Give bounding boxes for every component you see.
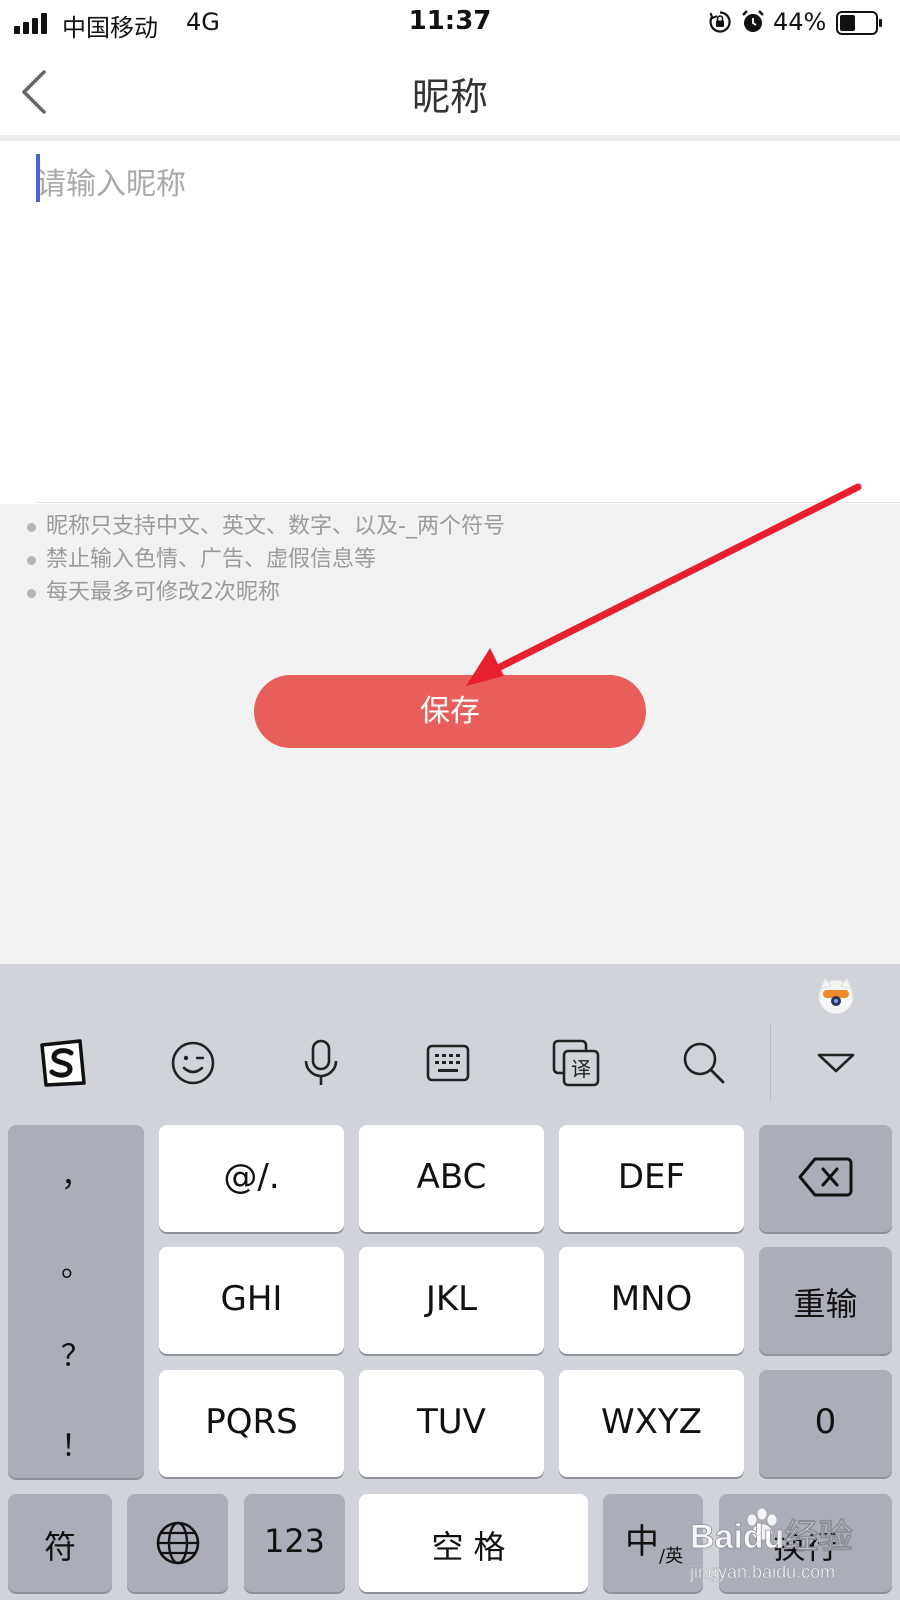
nickname-rules: 昵称只支持中文、英文、数字、以及-_两个符号 禁止输入色情、广告、虚假信息等 每… xyxy=(24,512,505,611)
key-label: 符 xyxy=(43,1528,76,1566)
globe-key[interactable] xyxy=(127,1494,228,1592)
punct-question[interactable]: ？ xyxy=(8,1331,144,1375)
bullet-icon xyxy=(27,556,36,565)
key-label: @/. xyxy=(223,1157,280,1197)
key-label: TUV xyxy=(417,1402,486,1442)
backspace-icon xyxy=(798,1157,853,1197)
search-icon[interactable] xyxy=(678,1037,730,1089)
punct-comma[interactable]: ， xyxy=(8,1151,144,1195)
punctuation-column[interactable]: ， 。 ？ ！ xyxy=(8,1125,144,1478)
translate-icon[interactable]: 译 xyxy=(550,1037,602,1089)
key-abc[interactable]: ABC xyxy=(359,1125,544,1232)
status-bar: 中国移动 4G 11:37 44% xyxy=(0,0,900,46)
key-symbols-at[interactable]: @/. xyxy=(159,1125,344,1232)
rule-text: 昵称只支持中文、英文、数字、以及-_两个符号 xyxy=(46,514,505,539)
nickname-input[interactable] xyxy=(36,157,856,211)
rule-text: 禁止输入色情、广告、虚假信息等 xyxy=(46,547,377,572)
backspace-key[interactable] xyxy=(759,1125,892,1232)
key-mno[interactable]: MNO xyxy=(559,1247,744,1354)
symbols-key[interactable]: 符 xyxy=(8,1494,112,1592)
key-label: 123 xyxy=(263,1522,326,1560)
key-label: 0 xyxy=(814,1402,837,1442)
key-label: ABC xyxy=(416,1157,487,1197)
space-key[interactable]: 空格 xyxy=(359,1494,588,1592)
nav-bar: 昵称 xyxy=(0,46,900,135)
key-wxyz[interactable]: WXYZ xyxy=(559,1370,744,1477)
rule-item: 禁止输入色情、广告、虚假信息等 xyxy=(24,545,505,578)
rule-item: 昵称只支持中文、英文、数字、以及-_两个符号 xyxy=(24,512,505,545)
bullet-icon xyxy=(27,589,36,598)
svg-text:译: 译 xyxy=(571,1057,591,1081)
save-button[interactable]: 保存 xyxy=(254,675,646,748)
key-ghi[interactable]: GHI xyxy=(159,1247,344,1354)
sogou-logo-icon[interactable] xyxy=(36,1037,88,1089)
enter-key[interactable]: 换行 xyxy=(719,1494,892,1592)
bullet-icon xyxy=(27,523,36,532)
key-label: MNO xyxy=(610,1279,693,1319)
emoji-icon[interactable] xyxy=(167,1037,219,1089)
reset-key[interactable]: 重输 xyxy=(759,1247,892,1354)
rule-item: 每天最多可修改2次昵称 xyxy=(24,578,505,611)
punct-exclamation[interactable]: ！ xyxy=(8,1421,144,1465)
toolbar-separator xyxy=(770,1024,771,1102)
key-label: PQRS xyxy=(205,1402,298,1442)
rotation-lock-icon xyxy=(709,11,731,33)
key-label-sub: /英 xyxy=(659,1546,684,1567)
key-label: 重输 xyxy=(793,1285,858,1323)
key-label: WXYZ xyxy=(601,1402,702,1442)
battery-percent: 44% xyxy=(773,8,827,36)
text-caret xyxy=(36,154,40,202)
key-label-main: 中 xyxy=(625,1522,659,1562)
nickname-input-area[interactable] xyxy=(0,141,900,504)
globe-icon xyxy=(156,1521,200,1565)
key-label: DEF xyxy=(617,1157,686,1197)
zero-key[interactable]: 0 xyxy=(759,1370,892,1477)
hide-keyboard-icon[interactable] xyxy=(810,1037,862,1089)
key-jkl[interactable]: JKL xyxy=(359,1247,544,1354)
key-tuv[interactable]: TUV xyxy=(359,1370,544,1477)
punct-period[interactable]: 。 xyxy=(8,1241,144,1285)
input-divider xyxy=(36,502,900,503)
rule-text: 每天最多可修改2次昵称 xyxy=(46,580,280,605)
key-label: JKL xyxy=(425,1279,478,1319)
page-title: 昵称 xyxy=(411,75,488,119)
status-time: 11:37 xyxy=(408,6,492,36)
numbers-key[interactable]: 123 xyxy=(244,1494,345,1592)
key-label: 空格 xyxy=(431,1528,516,1566)
key-def[interactable]: DEF xyxy=(559,1125,744,1232)
alarm-icon xyxy=(742,10,764,32)
microphone-icon[interactable] xyxy=(295,1037,347,1089)
key-label: GHI xyxy=(220,1279,283,1319)
sogou-mascot-icon[interactable] xyxy=(815,974,857,1016)
key-label: 换行 xyxy=(773,1528,838,1566)
key-pqrs[interactable]: PQRS xyxy=(159,1370,344,1477)
battery-icon xyxy=(836,11,882,35)
language-switch-key[interactable]: 中 /英 xyxy=(603,1494,703,1592)
keyboard-icon[interactable] xyxy=(422,1037,474,1089)
